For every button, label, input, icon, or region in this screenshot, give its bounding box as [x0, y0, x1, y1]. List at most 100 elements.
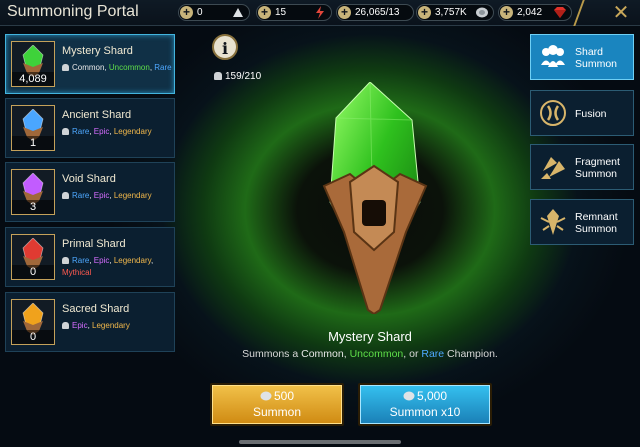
resource-gems[interactable]: + 2,042: [498, 4, 572, 21]
rarity-label: Epic: [72, 321, 88, 330]
shard-card[interactable]: 1 Ancient Shard Rare, Epic, Legendary: [5, 98, 175, 158]
resource-value: 3,757K: [435, 7, 467, 18]
rarity-label: Legendary: [113, 127, 152, 136]
pity-value: 159/210: [225, 71, 262, 82]
desc-common: Common: [301, 348, 344, 360]
rarity-label: Epic: [93, 191, 110, 200]
summon-cost: 500: [212, 389, 342, 403]
rarity-label: Rare: [72, 191, 90, 200]
summon-button[interactable]: 500 Summon: [210, 383, 344, 426]
selected-shard-title: Mystery Shard: [328, 329, 412, 344]
desc-rare: Rare: [421, 348, 445, 360]
shard-thumbnail: 4,089: [11, 41, 55, 87]
shard-count: 4,089: [12, 72, 54, 86]
side-menu-label: Fusion: [575, 108, 607, 120]
side-menu-item[interactable]: Remnant Summon: [530, 199, 634, 245]
rarity-label: Legendary: [92, 321, 130, 330]
desc-uncommon: Uncommon: [349, 348, 404, 360]
rarity-label: Rare: [72, 127, 90, 136]
summon-cost-value: 500: [273, 389, 295, 403]
shard-name: Sacred Shard: [62, 303, 130, 315]
resource-arena-tokens[interactable]: + 26,065/13: [336, 4, 414, 21]
side-menu-label: Remnant Summon: [575, 211, 618, 235]
shard-rarities: Epic, Legendary: [62, 320, 174, 332]
shard-rarities: Rare, Epic, Legendary, Mythical: [62, 255, 174, 279]
helmet-icon: [62, 192, 69, 199]
silver-icon: [476, 7, 488, 18]
rarity-label: Rare: [72, 256, 90, 265]
side-menu-label: Shard Summon: [575, 46, 618, 70]
shard-card[interactable]: 4,089 Mystery Shard Common, Uncommon, Rare: [5, 34, 175, 94]
pity-counter: 159/210: [214, 71, 261, 82]
resource-silver[interactable]: + 3,757K: [416, 4, 494, 21]
silver-icon: [260, 391, 272, 401]
shard-count: 0: [12, 265, 54, 279]
plus-icon[interactable]: +: [338, 6, 351, 19]
resource-value: 26,065/13: [355, 7, 400, 18]
rarity-sep: ,: [151, 256, 154, 265]
resource-value: 15: [275, 7, 287, 18]
fusion-icon: [540, 100, 566, 126]
rarity-label: Legendary: [113, 256, 152, 265]
rarity-label: Common: [72, 63, 105, 72]
shard-name: Mystery Shard: [62, 45, 133, 57]
plus-icon[interactable]: +: [180, 6, 193, 19]
shard-thumbnail: 0: [11, 234, 55, 280]
plus-icon[interactable]: +: [418, 6, 431, 19]
shard-rarities: Common, Uncommon, Rare: [62, 62, 174, 74]
shard-thumbnail: 3: [11, 169, 55, 215]
close-icon[interactable]: ✕: [606, 1, 636, 25]
plus-icon[interactable]: +: [500, 6, 513, 19]
helmet-icon: [214, 72, 222, 80]
shard-count: 3: [12, 200, 54, 214]
desc-text: , or: [403, 348, 422, 360]
info-button[interactable]: i: [212, 34, 238, 60]
plus-icon[interactable]: +: [258, 6, 271, 19]
side-menu-item[interactable]: Fusion: [530, 90, 634, 136]
shard-thumbnail: 1: [11, 105, 55, 151]
shard-thumbnail: 0: [11, 299, 55, 345]
coin-stack-icon: [233, 8, 243, 17]
shard-card[interactable]: 0 Sacred Shard Epic, Legendary: [5, 292, 175, 352]
top-bar: Summoning Portal + 0 + 15 + 26,065/13 + …: [0, 0, 640, 26]
desc-text: Summons a: [242, 348, 302, 360]
shard-rarities: Rare, Epic, Legendary: [62, 190, 174, 202]
summon-label: Summon: [252, 405, 302, 419]
helmet-icon: [62, 322, 69, 329]
summon-x10-cost-value: 5,000: [416, 389, 448, 403]
resource-energy[interactable]: + 15: [256, 4, 332, 21]
energy-icon: [316, 6, 324, 19]
shard-count: 0: [12, 330, 54, 344]
gem-icon: [554, 7, 566, 18]
shard-card[interactable]: 3 Void Shard Rare, Epic, Legendary: [5, 162, 175, 222]
rarity-label: Epic: [93, 256, 110, 265]
remnant-icon: [540, 209, 566, 235]
shard-rarities: Rare, Epic, Legendary: [62, 126, 174, 138]
summon-x10-button[interactable]: 5,000 Summon x10: [358, 383, 492, 426]
helmet-icon: [62, 64, 69, 71]
resource-silver-coins[interactable]: + 0: [178, 4, 250, 21]
rarity-label: Epic: [93, 127, 110, 136]
people-icon: [541, 45, 565, 67]
side-menu-label: Fragment Summon: [575, 156, 620, 180]
rarity-label: Legendary: [113, 191, 152, 200]
page-title: Summoning Portal: [7, 3, 139, 20]
shard-description: Summons a Common, Uncommon, or Rare Cham…: [170, 348, 570, 360]
side-menu-item[interactable]: Fragment Summon: [530, 144, 634, 190]
resource-value: 0: [197, 7, 203, 18]
helmet-icon: [62, 128, 69, 135]
shard-card[interactable]: 0 Primal Shard Rare, Epic, Legendary, Myth…: [5, 227, 175, 287]
rarity-label: Rare: [154, 63, 172, 72]
helmet-icon: [62, 257, 69, 264]
shard-name: Void Shard: [62, 173, 116, 185]
home-indicator[interactable]: [239, 440, 401, 444]
mystery-shard-crystal: [322, 82, 428, 314]
side-menu-item[interactable]: Shard Summon: [530, 34, 634, 80]
rarity-label: Uncommon: [108, 63, 150, 72]
resource-value: 2,042: [517, 7, 543, 18]
shard-name: Ancient Shard: [62, 109, 132, 121]
shard-name: Primal Shard: [62, 238, 126, 250]
summon-x10-label: Summon x10: [389, 405, 461, 419]
desc-text: Champion.: [444, 348, 498, 360]
rarity-label: Mythical: [62, 268, 92, 277]
